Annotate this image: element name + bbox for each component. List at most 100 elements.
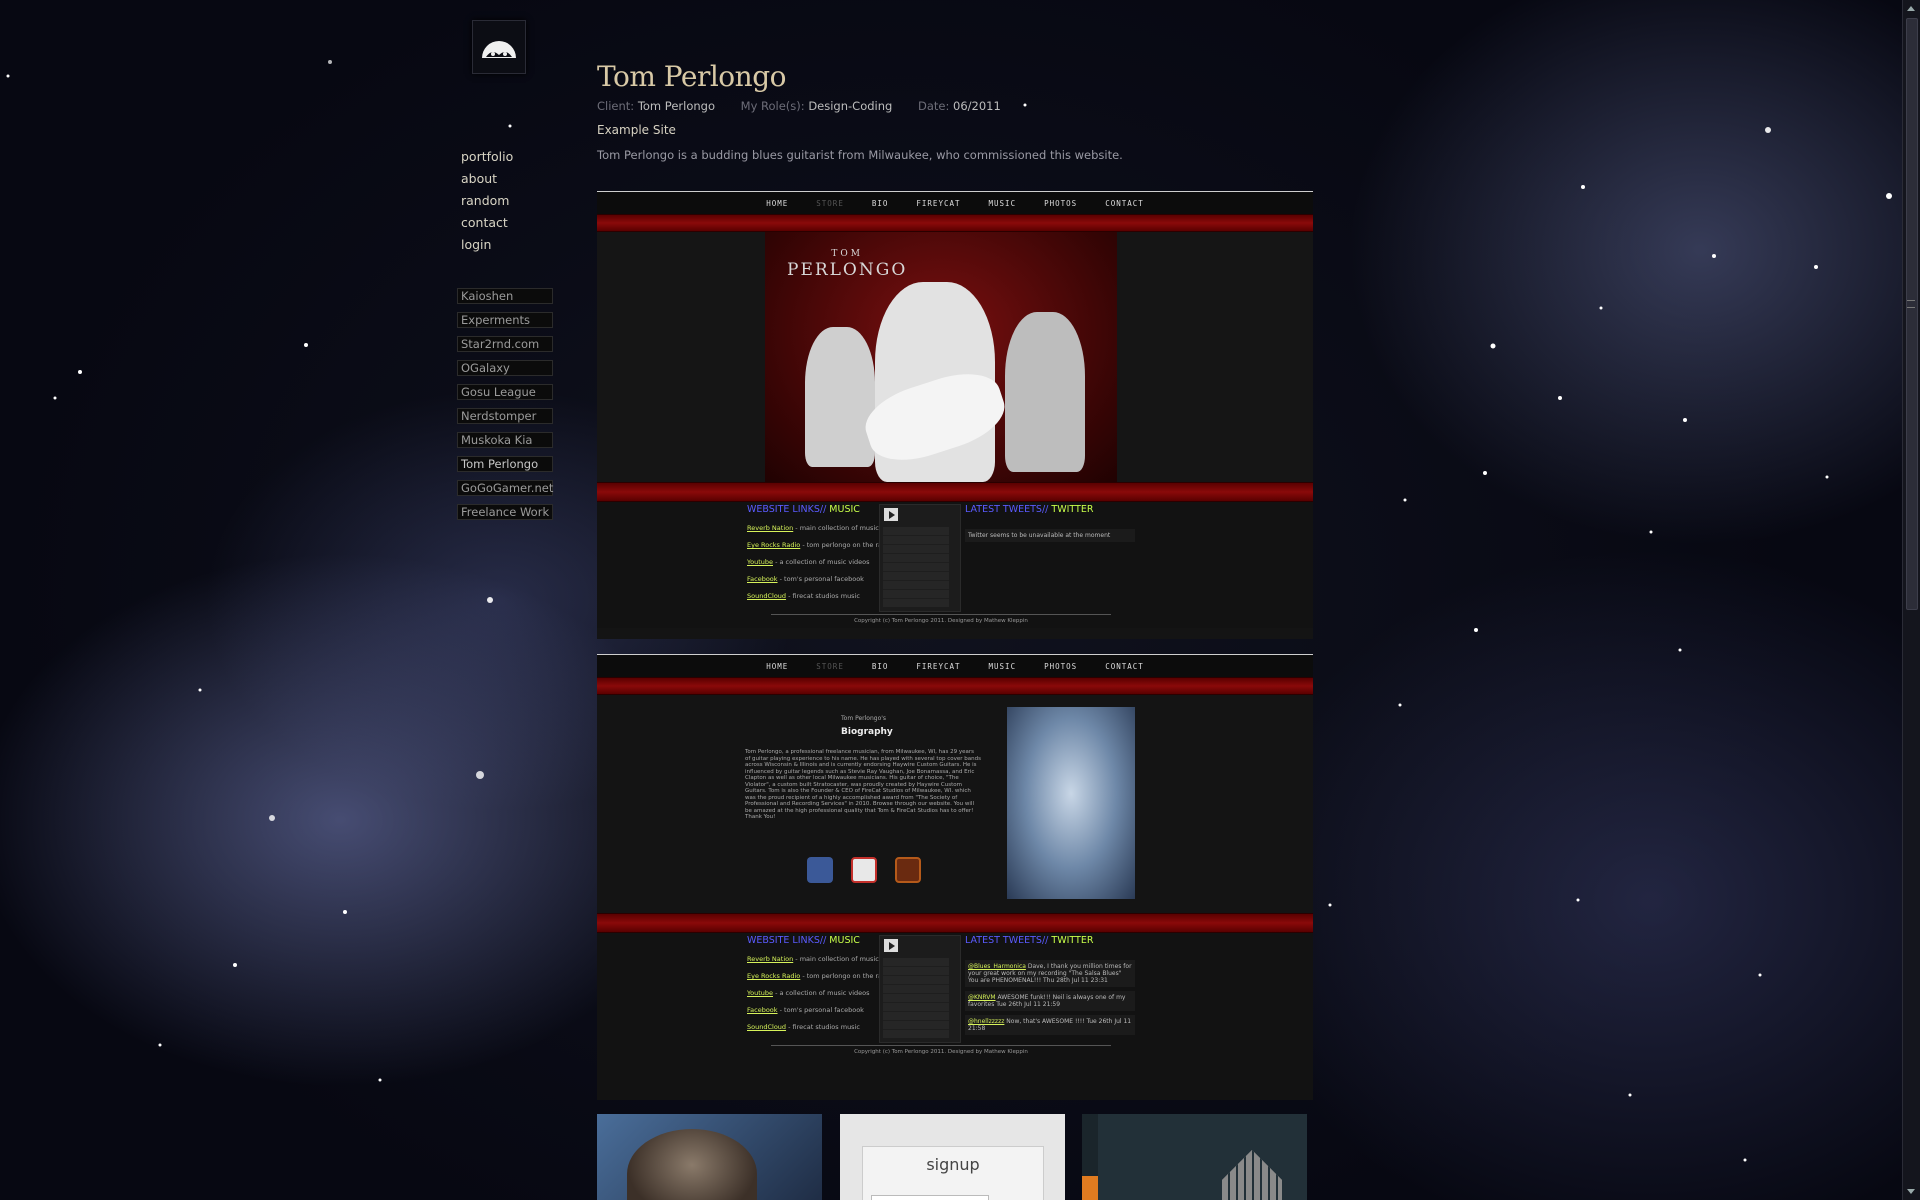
- mockup-link-desc: - a collection of music videos: [773, 989, 870, 997]
- nav-contact[interactable]: contact: [461, 212, 513, 234]
- mockup-link[interactable]: Eye Rocks Radio: [747, 541, 800, 549]
- date-label: Date:: [917, 99, 950, 113]
- mockup-lower-section: WEBSITE LINKS// MUSIC Reverb Nation - ma…: [597, 502, 1313, 628]
- website-links-column: WEBSITE LINKS// MUSIC Reverb Nation - ma…: [747, 504, 892, 600]
- youtube-icon[interactable]: [851, 857, 877, 883]
- mockup-nav-item: HOME: [766, 661, 789, 671]
- project-link-experments[interactable]: Experments: [457, 312, 553, 328]
- nav-about[interactable]: about: [461, 168, 513, 190]
- tweet: @KNRVM AWESOME funk!!! Neil is always on…: [965, 991, 1135, 1011]
- signup-card: signup: [862, 1146, 1044, 1200]
- mockup-red-bar: [597, 677, 1313, 695]
- tweet: @Blues_Harmonica Dave, I thank you milli…: [965, 960, 1135, 987]
- mockup-link-row: SoundCloud - firecat studios music: [747, 1023, 892, 1031]
- tweet-user[interactable]: @hnellzzzzz: [968, 1018, 1004, 1025]
- mockup-nav: HOME STORE BIO FIREYCAT MUSIC PHOTOS CON…: [597, 192, 1313, 214]
- mockup-link-row: Reverb Nation - main collection of music: [747, 524, 892, 532]
- facebook-icon[interactable]: [807, 857, 833, 883]
- mockup-link[interactable]: Eye Rocks Radio: [747, 972, 800, 980]
- playlist: [883, 527, 949, 607]
- mockup-nav-item: FIREYCAT: [916, 661, 961, 671]
- client-value: Tom Perlongo: [637, 99, 715, 113]
- project-description: Tom Perlongo is a budding blues guitaris…: [597, 148, 1123, 162]
- project-link-ogalaxy[interactable]: OGalaxy: [457, 360, 553, 376]
- guitarist-figure: [805, 327, 875, 467]
- tweets-heading: LATEST TWEETS// TWITTER: [965, 504, 1135, 515]
- nav-login[interactable]: login: [461, 234, 513, 256]
- mockup-link-row: Facebook - tom's personal facebook: [747, 1006, 892, 1014]
- project-thumbnail-signup[interactable]: signup: [840, 1114, 1065, 1200]
- project-link-star2rnd[interactable]: Star2rnd.com: [457, 336, 553, 352]
- links-heading-b: MUSIC: [829, 935, 860, 946]
- mockup-link-row: Youtube - a collection of music videos: [747, 558, 892, 566]
- helmet-logo-icon: [482, 41, 516, 58]
- tweet-user[interactable]: @Blues_Harmonica: [968, 963, 1026, 970]
- play-icon[interactable]: [884, 939, 898, 952]
- nav-portfolio[interactable]: portfolio: [461, 146, 513, 168]
- project-meta: Client: Tom Perlongo My Role(s): Design-…: [597, 99, 1023, 113]
- project-screenshot-home[interactable]: HOME STORE BIO FIREYCAT MUSIC PHOTOS CON…: [597, 191, 1313, 639]
- mockup-nav: HOME STORE BIO FIREYCAT MUSIC PHOTOS CON…: [597, 655, 1313, 677]
- mockup-nav-item: STORE: [816, 661, 844, 671]
- project-link-muskoka-kia[interactable]: Muskoka Kia: [457, 432, 553, 448]
- project-thumbnail-bear[interactable]: [597, 1114, 822, 1200]
- tweets-heading-b: TWITTER: [1051, 504, 1094, 515]
- links-heading-b: MUSIC: [829, 504, 860, 515]
- mockup-link-row: Youtube - a collection of music videos: [747, 989, 892, 997]
- tweet: @hnellzzzzz Now, that's AWESOME !!!! Tue…: [965, 1015, 1135, 1035]
- tweets-heading: LATEST TWEETS// TWITTER: [965, 935, 1135, 946]
- tweets-column: LATEST TWEETS// TWITTER @Blues_Harmonica…: [965, 935, 1135, 1035]
- firecat-icon[interactable]: [895, 857, 921, 883]
- mockup-link[interactable]: Reverb Nation: [747, 524, 793, 532]
- signup-input: [871, 1195, 989, 1200]
- mockup-copyright: Copyright (c) Tom Perlongo 2011. Designe…: [771, 614, 1111, 624]
- links-heading-a: WEBSITE LINKS//: [747, 935, 827, 946]
- project-link-nerdstomper[interactable]: Nerdstomper: [457, 408, 553, 424]
- scrollbar-thumb[interactable]: [1906, 18, 1918, 610]
- playlist: [883, 958, 949, 1038]
- mockup-bio-section: Tom Perlongo's Biography Tom Perlongo, a…: [597, 695, 1313, 913]
- bear-illustration: [627, 1129, 757, 1200]
- project-title: Tom Perlongo: [597, 60, 786, 93]
- guitarist-figure: [1005, 312, 1085, 472]
- mockup-link[interactable]: Youtube: [747, 989, 773, 997]
- nav-random[interactable]: random: [461, 190, 513, 212]
- dashboard-sidebar-active: [1082, 1176, 1098, 1200]
- mockup-link[interactable]: Facebook: [747, 575, 778, 583]
- mockup-link-desc: - firecat studios music: [786, 1023, 860, 1031]
- play-icon[interactable]: [884, 508, 898, 521]
- tweets-heading-wrap: LATEST TWEETS// TWITTER: [965, 935, 1135, 946]
- project-link-gosu-league[interactable]: Gosu League: [457, 384, 553, 400]
- pixel-art-graphic: [1222, 1150, 1282, 1200]
- mockup-link[interactable]: Reverb Nation: [747, 955, 793, 963]
- mockup-link[interactable]: SoundCloud: [747, 1023, 786, 1031]
- mockup-link-row: Facebook - tom's personal facebook: [747, 575, 892, 583]
- mockup-nav-item: HOME: [766, 198, 789, 208]
- mockup-link[interactable]: SoundCloud: [747, 592, 786, 600]
- window-scrollbar[interactable]: [1902, 0, 1920, 1200]
- mockup-link-row: Eye Rocks Radio - tom perlongo on the ra…: [747, 972, 892, 980]
- tweet-user[interactable]: @KNRVM: [968, 994, 996, 1001]
- website-links-heading: WEBSITE LINKS// MUSIC: [747, 504, 892, 515]
- scroll-up-arrow-icon[interactable]: [1907, 6, 1915, 11]
- mockup-link[interactable]: Youtube: [747, 558, 773, 566]
- tweets-heading-a: LATEST TWEETS//: [965, 935, 1049, 946]
- project-link-freelance-work[interactable]: Freelance Work: [457, 504, 553, 520]
- bio-subtitle: Tom Perlongo's: [841, 715, 887, 722]
- project-link-kaioshen[interactable]: Kaioshen: [457, 288, 553, 304]
- mockup-link[interactable]: Facebook: [747, 1006, 778, 1014]
- mockup-nav-item: MUSIC: [988, 198, 1017, 208]
- project-link-tom-perlongo[interactable]: Tom Perlongo: [457, 456, 553, 472]
- project-screenshot-bio[interactable]: HOME STORE BIO FIREYCAT MUSIC PHOTOS CON…: [597, 654, 1313, 1100]
- music-player: [879, 935, 961, 1043]
- mockup-link-row: SoundCloud - firecat studios music: [747, 592, 892, 600]
- mockup-link-row: Reverb Nation - main collection of music: [747, 955, 892, 963]
- example-site-link[interactable]: Example Site: [597, 123, 676, 137]
- signup-title: signup: [926, 1155, 980, 1174]
- mockup-nav-item: CONTACT: [1105, 661, 1144, 671]
- mockup-nav-item: PHOTOS: [1044, 661, 1078, 671]
- scroll-down-arrow-icon[interactable]: [1907, 1189, 1915, 1194]
- project-thumbnail-dashboard[interactable]: [1082, 1114, 1307, 1200]
- project-link-gogogamer[interactable]: GoGoGamer.net: [457, 480, 553, 496]
- site-logo[interactable]: [472, 20, 526, 74]
